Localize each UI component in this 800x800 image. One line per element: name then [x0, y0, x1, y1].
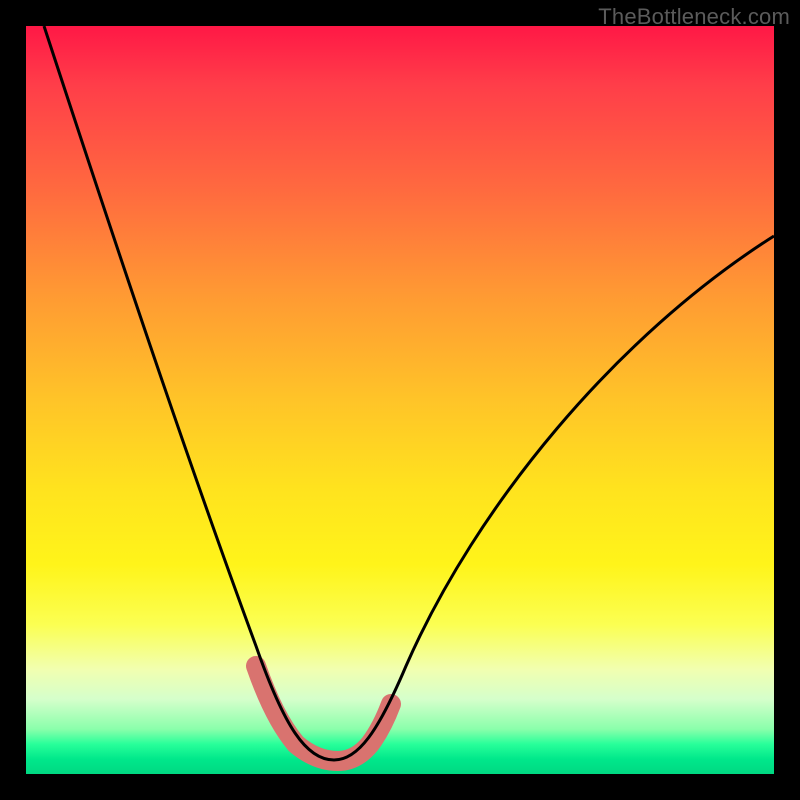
- watermark-text: TheBottleneck.com: [598, 4, 790, 30]
- chart-frame: [26, 26, 774, 774]
- bottleneck-curve: [26, 26, 774, 774]
- curve-highlight-band: [256, 666, 391, 761]
- curve-path: [44, 26, 774, 760]
